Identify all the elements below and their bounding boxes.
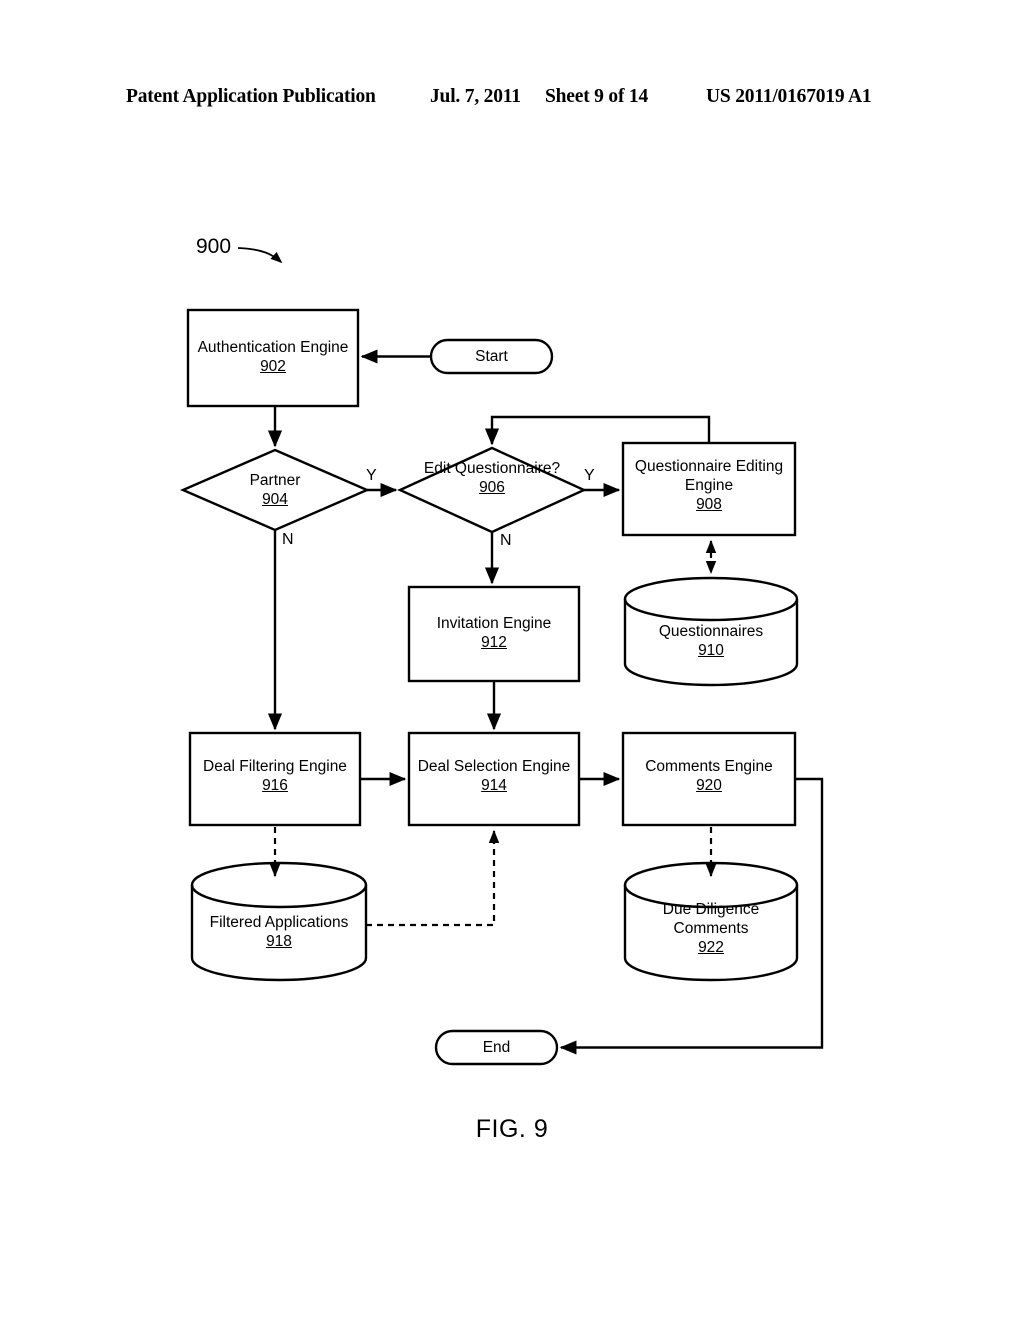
shape-invitation-engine <box>407 585 581 683</box>
partner-yes-branch-label: Y <box>366 467 377 484</box>
figure-caption: FIG. 9 <box>475 1115 549 1143</box>
shape-questionnaire-editing-engine <box>621 441 797 537</box>
end-terminal-label: End <box>482 1039 511 1056</box>
edge-comments-to-end <box>559 777 824 1055</box>
partner-no-branch-label: N <box>282 531 294 548</box>
shape-deal-filtering-engine <box>188 731 362 827</box>
shape-due-diligence-db-top <box>623 861 799 909</box>
shape-deal-selection-engine <box>407 731 581 827</box>
ref-900-leader <box>237 247 283 264</box>
figure-reference-numeral: 900 <box>196 235 232 258</box>
shape-questionnaires-db-body <box>623 599 799 687</box>
shape-filtered-applications-db-body <box>190 885 368 982</box>
shape-filtered-applications-db-top <box>190 861 368 909</box>
shape-authentication-engine <box>186 308 360 408</box>
shape-comments-engine <box>621 731 797 827</box>
shape-due-diligence-db-body <box>623 885 799 982</box>
edit-no-branch-label: N <box>500 532 512 549</box>
edit-yes-branch-label: Y <box>584 467 595 484</box>
shape-questionnaires-db-top <box>623 576 799 622</box>
flowchart-figure: 900 Start Authentication Engine 902 Part… <box>0 0 1024 1320</box>
edge-qee-feedback-to-edit <box>484 415 711 446</box>
edge-filtered-db-to-selection <box>366 829 500 927</box>
shape-partner-decision <box>179 448 371 532</box>
shape-edit-questionnaire-decision <box>397 446 587 534</box>
start-terminal-label: Start <box>475 348 508 365</box>
